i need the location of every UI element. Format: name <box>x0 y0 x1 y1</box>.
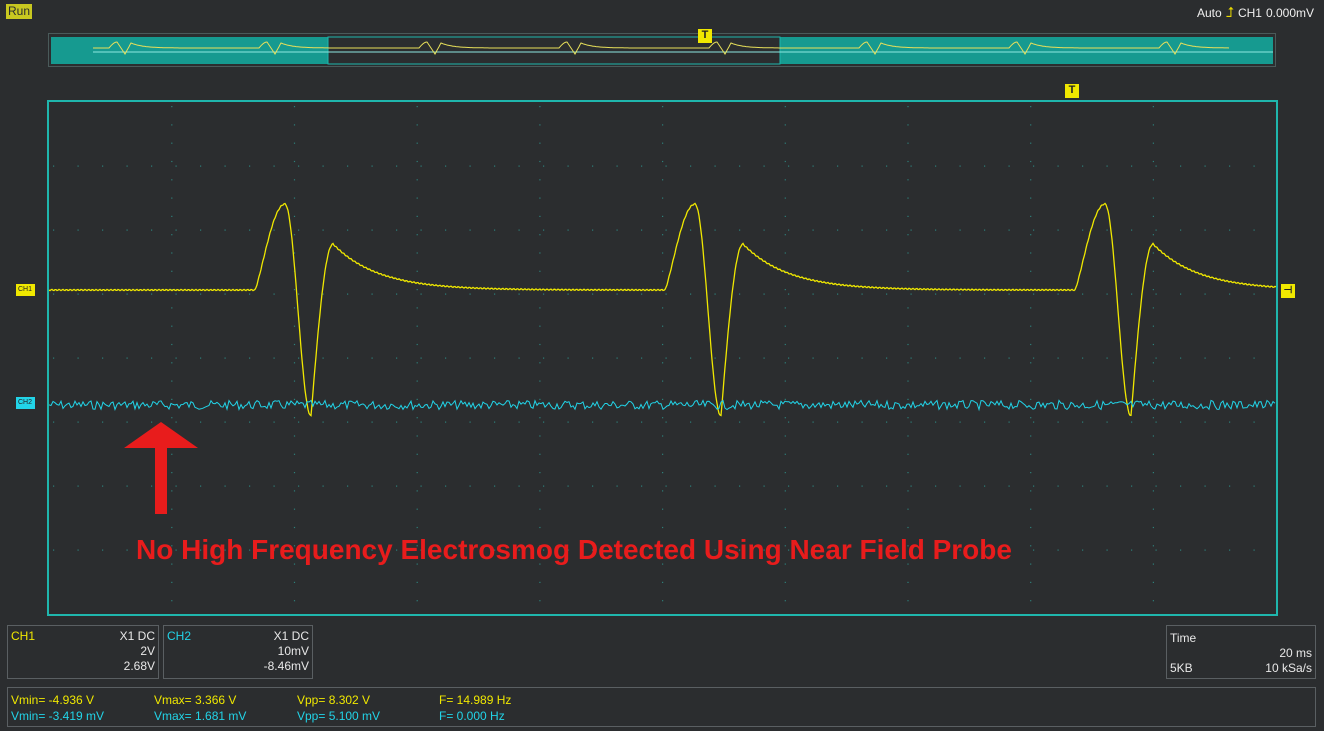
overview-offscreen-left <box>51 37 328 64</box>
ch1-vmax: Vmax= 3.366 V <box>154 693 237 707</box>
graticule-grid <box>53 106 1255 602</box>
ch2-vpp: Vpp= 5.100 mV <box>297 709 381 723</box>
ch1-volts-per-div: 2V <box>140 644 155 658</box>
ch2-probe-coupling: X1 DC <box>273 629 309 643</box>
rising-edge-icon: ⮥ <box>1225 4 1234 20</box>
ch2-waveform <box>48 399 1276 412</box>
trigger-status[interactable]: Auto ⮥ CH1 0.000mV <box>1197 4 1314 21</box>
overview-svg <box>51 36 1273 65</box>
ch2-offset-marker[interactable]: CH2 <box>16 397 36 409</box>
measurement-bar: Vmin= -4.936 V Vmax= 3.366 V Vpp= 8.302 … <box>7 687 1316 727</box>
ch2-vmax: Vmax= 1.681 mV <box>154 709 247 723</box>
overview-trigger-marker[interactable]: T <box>698 29 712 43</box>
trigger-source: CH1 <box>1237 5 1262 20</box>
sample-rate: 10 kSa/s <box>1265 661 1312 675</box>
timebase-panel[interactable]: Time 20 ms 5KB 10 kSa/s <box>1166 625 1316 679</box>
ch1-probe-coupling: X1 DC <box>119 629 155 643</box>
ch2-panel-label: CH2 <box>167 629 192 643</box>
ch2-settings-panel[interactable]: CH2 X1 DC 10mV -8.46mV <box>163 625 313 679</box>
ch2-volts-per-div: 10mV <box>277 644 309 658</box>
ch1-vmin: Vmin= -4.936 V <box>11 693 95 707</box>
arrow-up-icon <box>124 422 198 514</box>
trigger-position-marker[interactable]: T <box>1065 84 1079 98</box>
memory-depth: 5KB <box>1170 661 1193 675</box>
trigger-level: 0.000mV <box>1265 5 1314 20</box>
run-status-badge[interactable]: Run <box>6 4 33 19</box>
overview-view-window[interactable] <box>327 36 781 65</box>
ch2-vmin: Vmin= -3.419 mV <box>11 709 105 723</box>
timebase-value: 20 ms <box>1279 646 1312 660</box>
ch1-vpp: Vpp= 8.302 V <box>297 693 371 707</box>
trigger-mode: Auto <box>1197 5 1222 20</box>
ch1-offset: 2.68V <box>123 659 155 673</box>
ch1-settings-panel[interactable]: CH1 X1 DC 2V 2.68V <box>7 625 159 679</box>
ch2-offset: -8.46mV <box>263 659 309 673</box>
waveform-overview[interactable] <box>48 33 1276 67</box>
ch1-offset-marker[interactable]: CH1 <box>16 284 36 296</box>
ch1-panel-label: CH1 <box>11 629 36 643</box>
annotation-text: No High Frequency Electrosmog Detected U… <box>136 534 1012 565</box>
trigger-level-marker[interactable]: ⊣ <box>1281 284 1295 298</box>
timebase-label: Time <box>1170 631 1197 645</box>
ch1-frequency: F= 14.989 Hz <box>439 693 512 707</box>
ch2-frequency: F= 0.000 Hz <box>439 709 505 723</box>
